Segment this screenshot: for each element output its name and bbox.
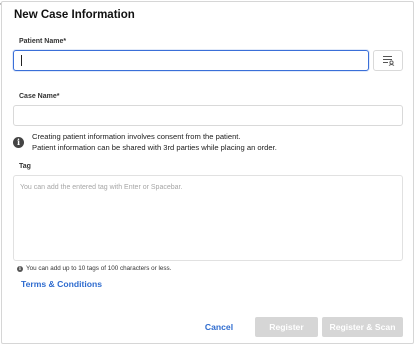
- cancel-button[interactable]: Cancel: [196, 317, 242, 337]
- consent-info-line-2: Patient information can be shared with 3…: [32, 143, 277, 152]
- tag-hint-text: You can add up to 10 tags of 100 charact…: [26, 265, 172, 272]
- info-icon: i: [17, 265, 23, 272]
- patient-list-button[interactable]: [373, 50, 403, 71]
- info-icon: i: [13, 137, 24, 148]
- consent-info: i Creating patient information involves …: [13, 131, 277, 153]
- patient-name-input[interactable]: [13, 50, 369, 71]
- terms-conditions-link[interactable]: Terms & Conditions: [21, 279, 102, 289]
- tag-hint: i You can add up to 10 tags of 100 chara…: [17, 265, 171, 272]
- tag-input[interactable]: You can add the entered tag with Enter o…: [13, 175, 403, 261]
- consent-info-line-1: Creating patient information involves co…: [32, 132, 241, 141]
- patient-list-icon: [382, 56, 394, 66]
- register-button[interactable]: Register: [255, 317, 318, 337]
- case-name-input[interactable]: [13, 105, 403, 126]
- text-caret: [21, 55, 22, 66]
- register-scan-button[interactable]: Register & Scan: [322, 317, 403, 337]
- consent-info-text: Creating patient information involves co…: [32, 131, 277, 153]
- tag-label: Tag: [19, 163, 31, 170]
- dialog-title: New Case Information: [14, 9, 135, 21]
- case-name-label: Case Name*: [19, 93, 60, 100]
- patient-name-label: Patient Name*: [19, 38, 67, 45]
- tag-placeholder: You can add the entered tag with Enter o…: [20, 184, 183, 191]
